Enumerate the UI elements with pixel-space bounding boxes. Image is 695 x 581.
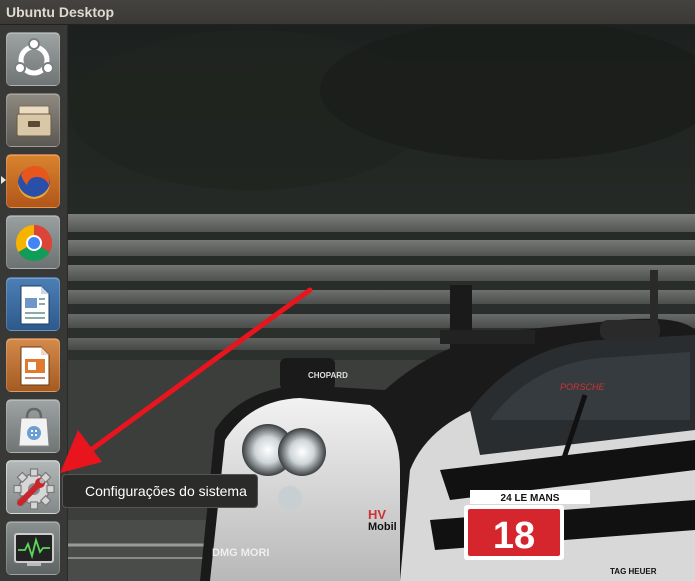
ubuntu-logo-icon [14,38,54,76]
window-title: Ubuntu Desktop [6,4,115,20]
launcher-item-system-settings[interactable] [6,460,60,514]
chopard-mirror-text: CHOPARD [308,371,348,380]
launcher-item-files[interactable] [6,93,60,147]
launcher-item-firefox[interactable] [6,154,60,208]
launcher-item-chrome[interactable] [6,215,60,269]
unity-launcher [0,25,68,581]
chrome-icon [15,225,53,262]
top-panel: Ubuntu Desktop [0,0,695,25]
launcher-item-libreoffice-writer[interactable] [6,277,60,331]
car-number: 18 [493,515,535,557]
tooltip-label: Configurações do sistema [85,483,247,499]
tagheuer-text: TAG HEUER [610,567,657,576]
launcher-item-system-monitor[interactable] [6,521,60,575]
lemans-text: 24 LE MANS [501,493,560,504]
monitor-pulse-icon [14,533,54,566]
launcher-item-libreoffice-impress[interactable] [6,338,60,392]
mobil-text: Mobil [368,521,397,533]
launcher-item-software-center[interactable] [6,399,60,453]
launcher-item-dash-home[interactable] [6,32,60,86]
file-cabinet-icon [16,105,52,137]
hv-text: HV [368,507,386,522]
porsche-text: PORSCHE [560,382,606,392]
firefox-icon [18,166,50,199]
impress-presentation-icon [20,346,50,386]
mori-text: DMG MORI [212,547,269,559]
gear-wrench-icon [13,468,55,510]
writer-document-icon [20,285,50,325]
shopping-bag-icon [18,407,50,447]
launcher-tooltip: Configurações do sistema [62,474,258,508]
